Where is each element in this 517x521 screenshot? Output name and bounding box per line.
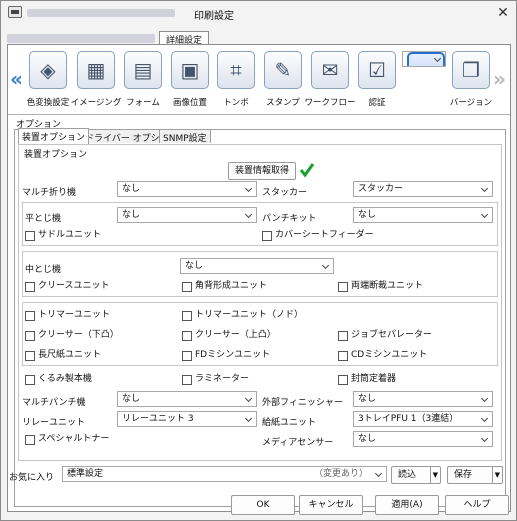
flatstitch-label: 平とじ機 [25, 214, 62, 224]
option-category-authentication[interactable]: ☑ 認証 [355, 51, 399, 108]
punchkit-label: パンチキット [262, 214, 317, 224]
multifold-select[interactable]: なし [117, 181, 257, 197]
trimmer-unit-n-checkbox[interactable]: トリマーユニット（ノド） [182, 310, 303, 321]
imaging-icon: ▦ [77, 51, 115, 89]
tab-snmp-settings[interactable]: SNMP設定 [159, 129, 211, 144]
binder-checkbox[interactable]: くるみ製本機 [25, 374, 92, 385]
favorites-select[interactable]: 標準設定 （変更あり） [62, 466, 387, 482]
option-category-workflow[interactable]: ✉ ワークフロー [304, 51, 356, 108]
two-side-trim-checkbox[interactable]: 両端断裁ユニット [338, 281, 423, 292]
option-category-image-position[interactable]: ▣ 画像位置 [168, 51, 212, 108]
option-category-label: 認証 [368, 98, 386, 108]
stacker-label: スタッカー [262, 188, 308, 198]
fd-perf-checkbox[interactable]: FDミシンユニット [182, 350, 270, 361]
special-toner-checkbox[interactable]: スペシャルトナー [25, 434, 109, 445]
stamp-icon: ✎ [264, 51, 302, 89]
creaser-down-checkbox[interactable]: クリーサー（下凸） [25, 330, 119, 341]
close-icon[interactable]: ✕ [494, 4, 512, 22]
midstitch-label: 中とじ機 [25, 265, 62, 275]
media-sensor-select[interactable]: なし [353, 431, 493, 447]
fetch-device-info-button[interactable]: 装置情報取得 [228, 162, 296, 180]
authentication-icon: ☑ [358, 51, 396, 89]
version-icon: ❐ [452, 51, 490, 89]
trimmer-unit-checkbox[interactable]: トリマーユニット [25, 310, 110, 321]
save-label: 保存 [454, 470, 473, 480]
scroll-right-icon[interactable]: » [493, 67, 506, 91]
flatstitch-select[interactable]: なし [117, 207, 257, 223]
option-category-option[interactable]: ▧オプション [402, 51, 446, 67]
workflow-icon: ✉ [311, 51, 349, 89]
laminator-checkbox[interactable]: ラミネーター [182, 374, 249, 385]
multipunch-select[interactable]: なし [117, 391, 257, 407]
option-category-color-conversion[interactable]: ◈ 色変換設定 [26, 51, 70, 108]
tab-device-options[interactable]: 装置オプション [18, 128, 90, 144]
creaser-up-checkbox[interactable]: クリーサー（上凸） [182, 330, 276, 341]
envelope-sealer-checkbox[interactable]: 封筒定着器 [338, 374, 396, 385]
load-button[interactable]: 読込 ▼ [391, 466, 441, 484]
tab-detail-settings[interactable]: 詳細設定 [159, 31, 210, 46]
form-icon: ▤ [124, 51, 162, 89]
crease-unit-checkbox[interactable]: クリースユニット [25, 281, 110, 292]
checkmark-icon [299, 163, 315, 178]
settings-panel: « » ◈ 色変換設定 ▦ イメージング ▤ フォーム ▣ 画像位置 ⌗ トンボ ✎ スタンプ ✉ ワーク… [7, 44, 511, 512]
multifold-label: マルチ折り機 [22, 188, 77, 198]
device-options-label: 装置オプション [22, 147, 90, 160]
option-category-imaging[interactable]: ▦ イメージング [71, 51, 121, 108]
image-position-icon: ▣ [171, 51, 209, 89]
cancel-button[interactable]: キャンセル [299, 495, 363, 515]
job-separator-checkbox[interactable]: ジョブセパレーター [338, 330, 432, 341]
changed-indicator: （変更あり） [313, 469, 368, 479]
multipunch-label: マルチパンチ機 [22, 398, 86, 408]
option-icon: ▧ [407, 52, 445, 66]
load-label: 読込 [398, 470, 417, 480]
external-finisher-select[interactable]: なし [353, 391, 493, 407]
favorites-value: 標準設定 [67, 469, 104, 479]
help-button[interactable]: ヘルプ [445, 495, 509, 515]
print-settings-window: 印刷設定 ✕ 詳細設定 « » ◈ 色変換設定 ▦ イメージング ▤ フォーム ▣ 画像位置 ⌗… [0, 0, 517, 521]
saddle-unit-checkbox[interactable]: サドルユニット [25, 230, 101, 241]
option-category-form[interactable]: ▤ フォーム [121, 51, 165, 108]
option-category-version[interactable]: ❐ バージョン [449, 51, 493, 108]
external-finisher-label: 外部フィニッシャー [262, 398, 343, 408]
stacker-select[interactable]: スタッカー [353, 181, 493, 197]
favorites-label: お気に入り [9, 473, 55, 483]
load-dropdown-icon[interactable]: ▼ [429, 467, 438, 483]
option-category-crop-marks[interactable]: ⌗ トンボ [214, 51, 258, 108]
crop-marks-icon: ⌗ [217, 51, 255, 89]
printer-icon [8, 6, 22, 18]
divider [8, 114, 510, 115]
option-category-stamp[interactable]: ✎ スタンプ [261, 51, 305, 108]
relay-unit-select[interactable]: リレーユニット 3 [117, 411, 257, 427]
midstitch-select[interactable]: なし [180, 258, 334, 274]
punchkit-select[interactable]: なし [353, 207, 493, 223]
save-dropdown-icon[interactable]: ▼ [491, 467, 500, 483]
cd-perf-checkbox[interactable]: CDミシンユニット [338, 350, 427, 361]
apply-button[interactable]: 適用(A) [375, 495, 439, 515]
option-category-label: バージョン [449, 98, 493, 108]
save-button[interactable]: 保存 ▼ [447, 466, 503, 484]
square-back-checkbox[interactable]: 角背形成ユニット [182, 281, 267, 292]
long-paper-checkbox[interactable]: 長尺紙ユニット [25, 350, 101, 361]
window-title: 印刷設定 [194, 11, 234, 22]
cover-feeder-checkbox[interactable]: カバーシートフィーダー [262, 230, 374, 241]
ok-button[interactable]: OK [231, 495, 295, 515]
function-icon-bar: « » ◈ 色変換設定 ▦ イメージング ▤ フォーム ▣ 画像位置 ⌗ トンボ ✎ スタンプ ✉ ワーク… [8, 49, 510, 115]
relay-unit-label: リレーユニット [22, 418, 86, 428]
top-tab-row: 詳細設定 [7, 31, 511, 46]
favorites-bar: お気に入り 標準設定 （変更あり） 読込 ▼ 保存 ▼ [7, 463, 511, 487]
title-bar: 印刷設定 ✕ [1, 1, 516, 25]
media-sensor-label: メディアセンサー [262, 438, 334, 448]
color-conversion-icon: ◈ [29, 51, 67, 89]
feeder-unit-label: 給紙ユニット [262, 418, 317, 428]
feeder-unit-select[interactable]: 3トレイPFU 1（3連結） [353, 411, 493, 427]
blurred-printer-name [27, 9, 175, 17]
blurred-tab[interactable] [7, 34, 155, 43]
scroll-left-icon[interactable]: « [10, 67, 23, 91]
